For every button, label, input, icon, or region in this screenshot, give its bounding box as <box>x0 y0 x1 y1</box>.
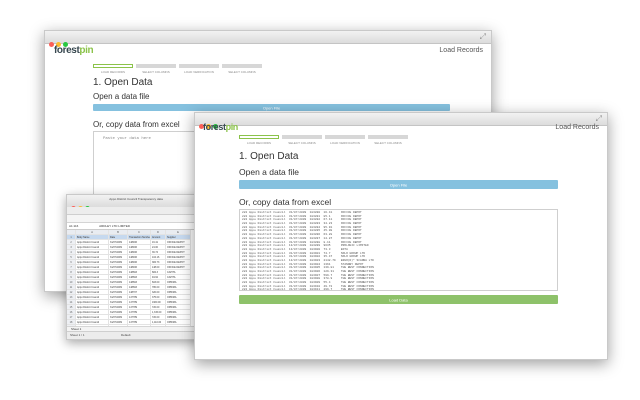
step-label: SELECT COLUMNS <box>288 141 316 145</box>
step-bar <box>136 64 176 68</box>
open-file-button[interactable]: Open File <box>239 180 558 189</box>
spreadsheet-window: Appo District Council Transparency data … <box>66 194 206 340</box>
spreadsheet-cell[interactable]: OPRIMA <box>166 340 191 341</box>
step-label: SELECT COLUMNS <box>142 70 170 74</box>
status-sheet: Sheet 1 / 1 <box>70 333 85 337</box>
header-title: Load Records <box>555 124 599 131</box>
spreadsheet-cell[interactable]: 148663 <box>128 340 151 341</box>
load-data-button[interactable]: Load Data <box>239 295 558 304</box>
step-progress: LOAD RECORDS SELECT COLUMNS LOAD VERIFICAT… <box>93 64 262 75</box>
header-title: Load Records <box>439 47 483 54</box>
step-bar <box>368 135 408 139</box>
section-title: 1. Open Data <box>93 77 153 88</box>
step-bar <box>239 135 279 139</box>
step-bar <box>179 64 219 68</box>
step-3[interactable]: LOAD VERIFICATION <box>325 135 365 146</box>
spreadsheet-title: Appo District Council Transparency data <box>109 197 163 201</box>
formula-bar[interactable]: A1:116 ARDLEY LTD LIMITED <box>67 223 205 230</box>
open-file-heading: Open a data file <box>239 167 300 177</box>
status-style: Default <box>121 333 131 337</box>
step-4[interactable]: SELECT COLUMNS <box>222 64 262 75</box>
step-label: LOAD VERIFICATION <box>184 70 214 74</box>
step-bar <box>325 135 365 139</box>
fullscreen-icon[interactable]: ⤢ <box>480 32 486 42</box>
pasted-data-row: 222 Appo District Council 31/07/2009 183… <box>242 288 374 291</box>
section-title: 1. Open Data <box>239 151 299 162</box>
spreadsheet-grid[interactable]: A B C D E 1 Body Name Date Transaction Number Amo… <box>67 230 191 341</box>
step-2[interactable]: SELECT COLUMNS <box>136 64 176 75</box>
step-2[interactable]: SELECT COLUMNS <box>282 135 322 146</box>
spreadsheet-cell[interactable]: Appo District Council <box>76 340 109 341</box>
step-1[interactable]: LOAD RECORDS <box>239 135 279 146</box>
step-3[interactable]: LOAD VERIFICATION <box>179 64 219 75</box>
spreadsheet-cell[interactable]: 6,273.00 <box>151 340 166 341</box>
spreadsheet-row[interactable]: 22Appo District Council31/07/20091486636… <box>67 340 191 341</box>
spreadsheet-toolbar <box>67 207 205 219</box>
logo-pin-text: pin <box>79 45 94 56</box>
paste-heading: Or, copy data from excel <box>239 197 332 207</box>
logo-pin-text: pin <box>225 122 239 132</box>
row-number[interactable]: 22 <box>67 340 76 341</box>
formula-content[interactable]: ARDLEY LTD LIMITED <box>99 224 130 228</box>
spreadsheet-cell[interactable]: 31/07/2009 <box>109 340 128 341</box>
logo-forest-text: forest <box>203 122 226 132</box>
front-window-titlebar: ⤢ <box>195 113 607 129</box>
step-4[interactable]: SELECT COLUMNS <box>368 135 408 146</box>
front-window: ⤢ forestpin Load Records LOAD RECORDS SEL… <box>194 112 608 360</box>
step-label: LOAD RECORDS <box>100 70 125 74</box>
forestpin-logo: forestpin <box>54 45 94 56</box>
step-label: LOAD VERIFICATION <box>330 141 360 145</box>
step-1[interactable]: LOAD RECORDS <box>93 64 133 75</box>
forestpin-logo: forestpin <box>203 122 238 132</box>
format-toolbar <box>67 215 205 227</box>
step-progress: LOAD RECORDS SELECT COLUMNS LOAD VERIFICAT… <box>239 135 408 146</box>
load-data-button-label: Load Data <box>389 297 408 302</box>
open-file-button-label: Open File <box>389 182 408 187</box>
open-file-button-label: Open File <box>262 105 281 110</box>
cell-reference[interactable]: A1:116 <box>69 224 78 228</box>
back-window-titlebar: ⤢ <box>45 31 491 47</box>
paste-placeholder: Paste your data here <box>102 136 151 141</box>
step-bar <box>282 135 322 139</box>
paste-data-textarea[interactable]: 222 Appo District Council 31/07/2009 183… <box>239 209 558 291</box>
step-label: LOAD RECORDS <box>246 141 271 145</box>
paste-heading: Or, copy data from excel <box>93 120 180 129</box>
step-label: SELECT COLUMNS <box>374 141 402 145</box>
spreadsheet-statusbar: Sheet 1 / 1 Default STD <box>67 331 205 339</box>
step-bar <box>93 64 133 68</box>
step-bar <box>222 64 262 68</box>
open-file-button[interactable]: Open File <box>93 104 450 111</box>
logo-forest-text: forest <box>54 45 80 56</box>
step-label: SELECT COLUMNS <box>228 70 256 74</box>
fullscreen-icon[interactable]: ⤢ <box>596 114 602 124</box>
open-file-heading: Open a data file <box>93 92 150 101</box>
